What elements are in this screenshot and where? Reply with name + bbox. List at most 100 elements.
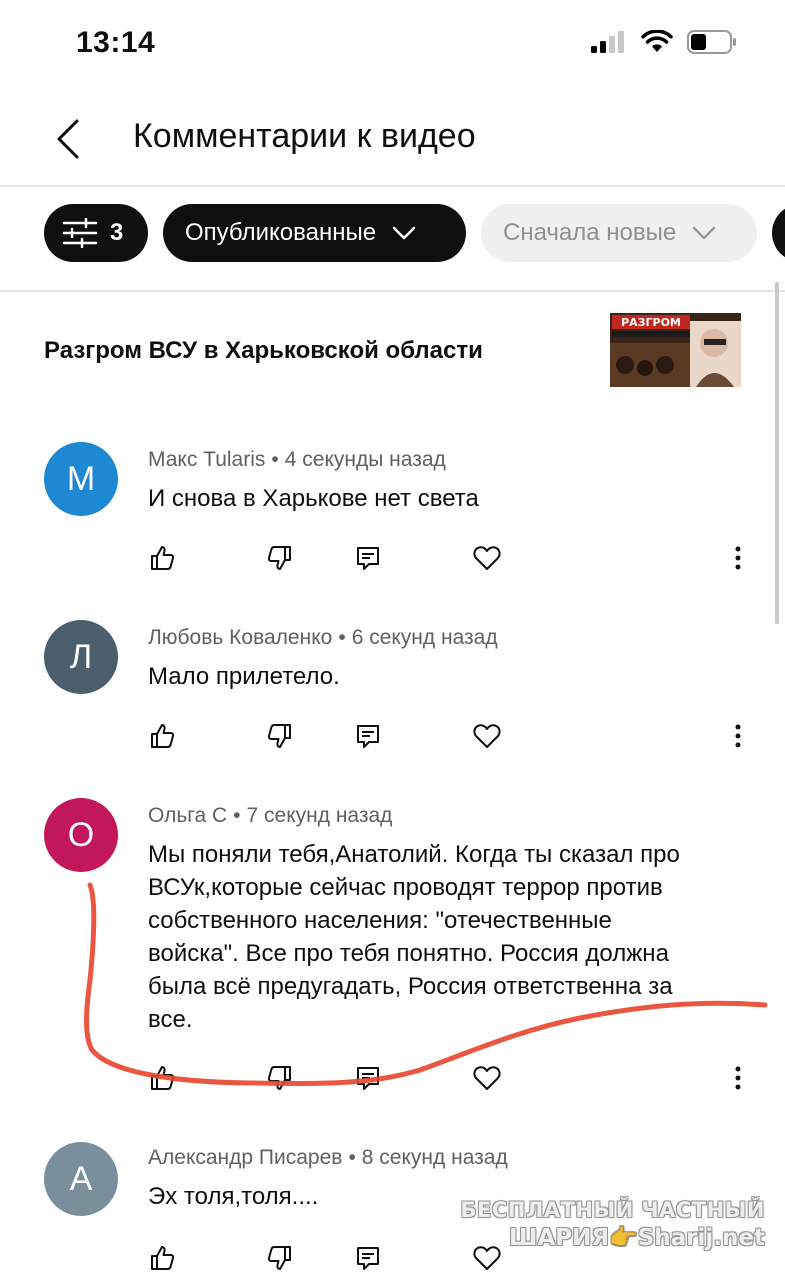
avatar[interactable]: А <box>44 1142 118 1216</box>
like-button[interactable] <box>142 538 182 578</box>
comment-text-line: все. <box>148 1006 193 1033</box>
comment-meta: Макс Tularis • 4 секунды назад <box>148 448 446 471</box>
thumbs-up-icon <box>151 546 175 570</box>
comment-actions <box>0 1058 770 1098</box>
thumbs-down-icon <box>267 724 291 748</box>
comment-meta: Александр Писарев • 8 секунд назад <box>148 1146 508 1169</box>
reply-icon <box>357 1067 379 1090</box>
comment-text: И снова в Харькове нет света <box>148 485 479 512</box>
comment-actions <box>0 538 770 578</box>
reply-button[interactable] <box>348 538 388 578</box>
filter-count: 3 <box>110 219 124 246</box>
thumbnail-caption: РАЗГРОМ <box>621 316 681 329</box>
comment-actions <box>0 716 770 756</box>
heart-icon <box>473 546 501 570</box>
comment-author[interactable]: Ольга С <box>148 804 227 827</box>
comment-time: 8 секунд назад <box>361 1146 508 1169</box>
avatar[interactable]: О <box>44 798 118 872</box>
more-vertical-icon <box>735 546 741 570</box>
avatar-initial: О <box>67 815 95 854</box>
filter-chip[interactable]: 3 <box>44 204 148 262</box>
page-title: Комментарии к видео <box>133 117 476 155</box>
heart-icon <box>473 1066 501 1090</box>
avatar-initial: М <box>66 459 96 498</box>
published-dropdown[interactable]: Опубликованные <box>163 204 466 262</box>
thumbs-up-icon <box>151 724 175 748</box>
avatar-initial: А <box>69 1159 93 1198</box>
status-time: 13:14 <box>76 26 156 59</box>
more-options-button[interactable] <box>718 1058 758 1098</box>
heart-button[interactable] <box>467 538 507 578</box>
sort-label: Сначала новые <box>503 219 677 246</box>
comment-text-line: войска". Все про тебя понятно. Россия до… <box>148 940 669 967</box>
chevron-down-icon <box>692 226 716 240</box>
comment-author[interactable]: Макс Tularis <box>148 448 265 471</box>
like-button[interactable] <box>142 1058 182 1098</box>
watermark-line1: БЕСПЛАТНЫЙ ЧАСТНЫЙ <box>460 1198 765 1222</box>
published-label: Опубликованные <box>185 219 377 246</box>
more-options-button[interactable] <box>718 538 758 578</box>
filter-chips-bar: 3 Опубликованные Сначала новые <box>0 188 785 292</box>
dislike-button[interactable] <box>260 1058 300 1098</box>
comment-author[interactable]: Любовь Коваленко <box>148 626 332 649</box>
more-vertical-icon <box>735 1066 741 1090</box>
comment-time: 7 секунд назад <box>246 804 393 827</box>
comment-time: 4 секунды назад <box>284 448 446 471</box>
more-vertical-icon <box>735 724 741 748</box>
status-bar: 13:14 <box>0 0 785 90</box>
comment-author[interactable]: Александр Писарев <box>148 1146 342 1169</box>
heart-button[interactable] <box>467 716 507 756</box>
wifi-icon <box>641 30 673 52</box>
more-options-button[interactable] <box>718 716 758 756</box>
thumbs-up-icon <box>151 1246 175 1270</box>
chevron-left-icon <box>57 119 79 159</box>
like-button[interactable] <box>142 1238 182 1278</box>
comment-text: Мало прилетело. <box>148 663 340 690</box>
reply-icon <box>357 1247 379 1270</box>
reply-icon <box>357 547 379 570</box>
heart-button[interactable] <box>467 1058 507 1098</box>
comment-item: М Макс Tularis • 4 секунды назад И снова в… <box>0 440 770 590</box>
dislike-button[interactable] <box>260 538 300 578</box>
video-title: Разгром ВСУ в Харьковской области <box>44 337 483 364</box>
video-row[interactable]: Разгром ВСУ в Харьковской области РАЗГРО… <box>0 295 785 405</box>
more-chip[interactable] <box>772 204 785 262</box>
scrollbar[interactable] <box>775 282 779 624</box>
filter-sliders-icon <box>62 218 98 248</box>
thumbs-up-icon <box>151 1066 175 1090</box>
comment-time: 6 секунд назад <box>351 626 498 649</box>
video-thumbnail[interactable]: РАЗГРОМ <box>610 313 741 387</box>
heart-icon <box>473 724 501 748</box>
reply-button[interactable] <box>348 1058 388 1098</box>
battery-icon <box>687 30 736 54</box>
chevron-down-icon <box>392 226 416 240</box>
comment-meta: Ольга С • 7 секунд назад <box>148 804 393 827</box>
dislike-button[interactable] <box>260 1238 300 1278</box>
sort-dropdown[interactable]: Сначала новые <box>481 204 757 262</box>
comment-text-line: собственного населения: "отечественные <box>148 907 612 934</box>
reply-button[interactable] <box>348 716 388 756</box>
comment-item: Л Любовь Коваленко • 6 секунд назад Мало п… <box>0 618 770 768</box>
comment-text-line: была всё предугадать, Россия ответственн… <box>148 973 673 1000</box>
watermark: БЕСПЛАТНЫЙ ЧАСТНЫЙ ШАРИЯ👉Sharij.net <box>461 1198 765 1251</box>
avatar-initial: Л <box>69 637 93 676</box>
thumbs-down-icon <box>267 1246 291 1270</box>
reply-button[interactable] <box>348 1238 388 1278</box>
dislike-button[interactable] <box>260 716 300 756</box>
reply-icon <box>357 725 379 748</box>
thumbs-down-icon <box>267 1066 291 1090</box>
like-button[interactable] <box>142 716 182 756</box>
status-icons <box>591 30 737 54</box>
back-button[interactable] <box>44 115 92 163</box>
avatar[interactable]: М <box>44 442 118 516</box>
comment-meta: Любовь Коваленко • 6 секунд назад <box>148 626 498 649</box>
comment-text: Мы поняли тебя,Анатолий. Когда ты сказал… <box>148 838 768 1036</box>
comment-text-line: Мы поняли тебя,Анатолий. Когда ты сказал… <box>148 841 680 868</box>
comment-item: О Ольга С • 7 секунд назад Мы поняли тебя,… <box>0 796 770 1106</box>
signal-icon <box>591 31 624 53</box>
thumbnail-image: РАЗГРОМ <box>610 313 741 387</box>
header: Комментарии к видео <box>0 95 785 187</box>
watermark-line2: ШАРИЯ👉Sharij.net <box>509 1225 765 1251</box>
avatar[interactable]: Л <box>44 620 118 694</box>
comment-text-line: ВСУк,которые сейчас проводят террор прот… <box>148 874 663 901</box>
